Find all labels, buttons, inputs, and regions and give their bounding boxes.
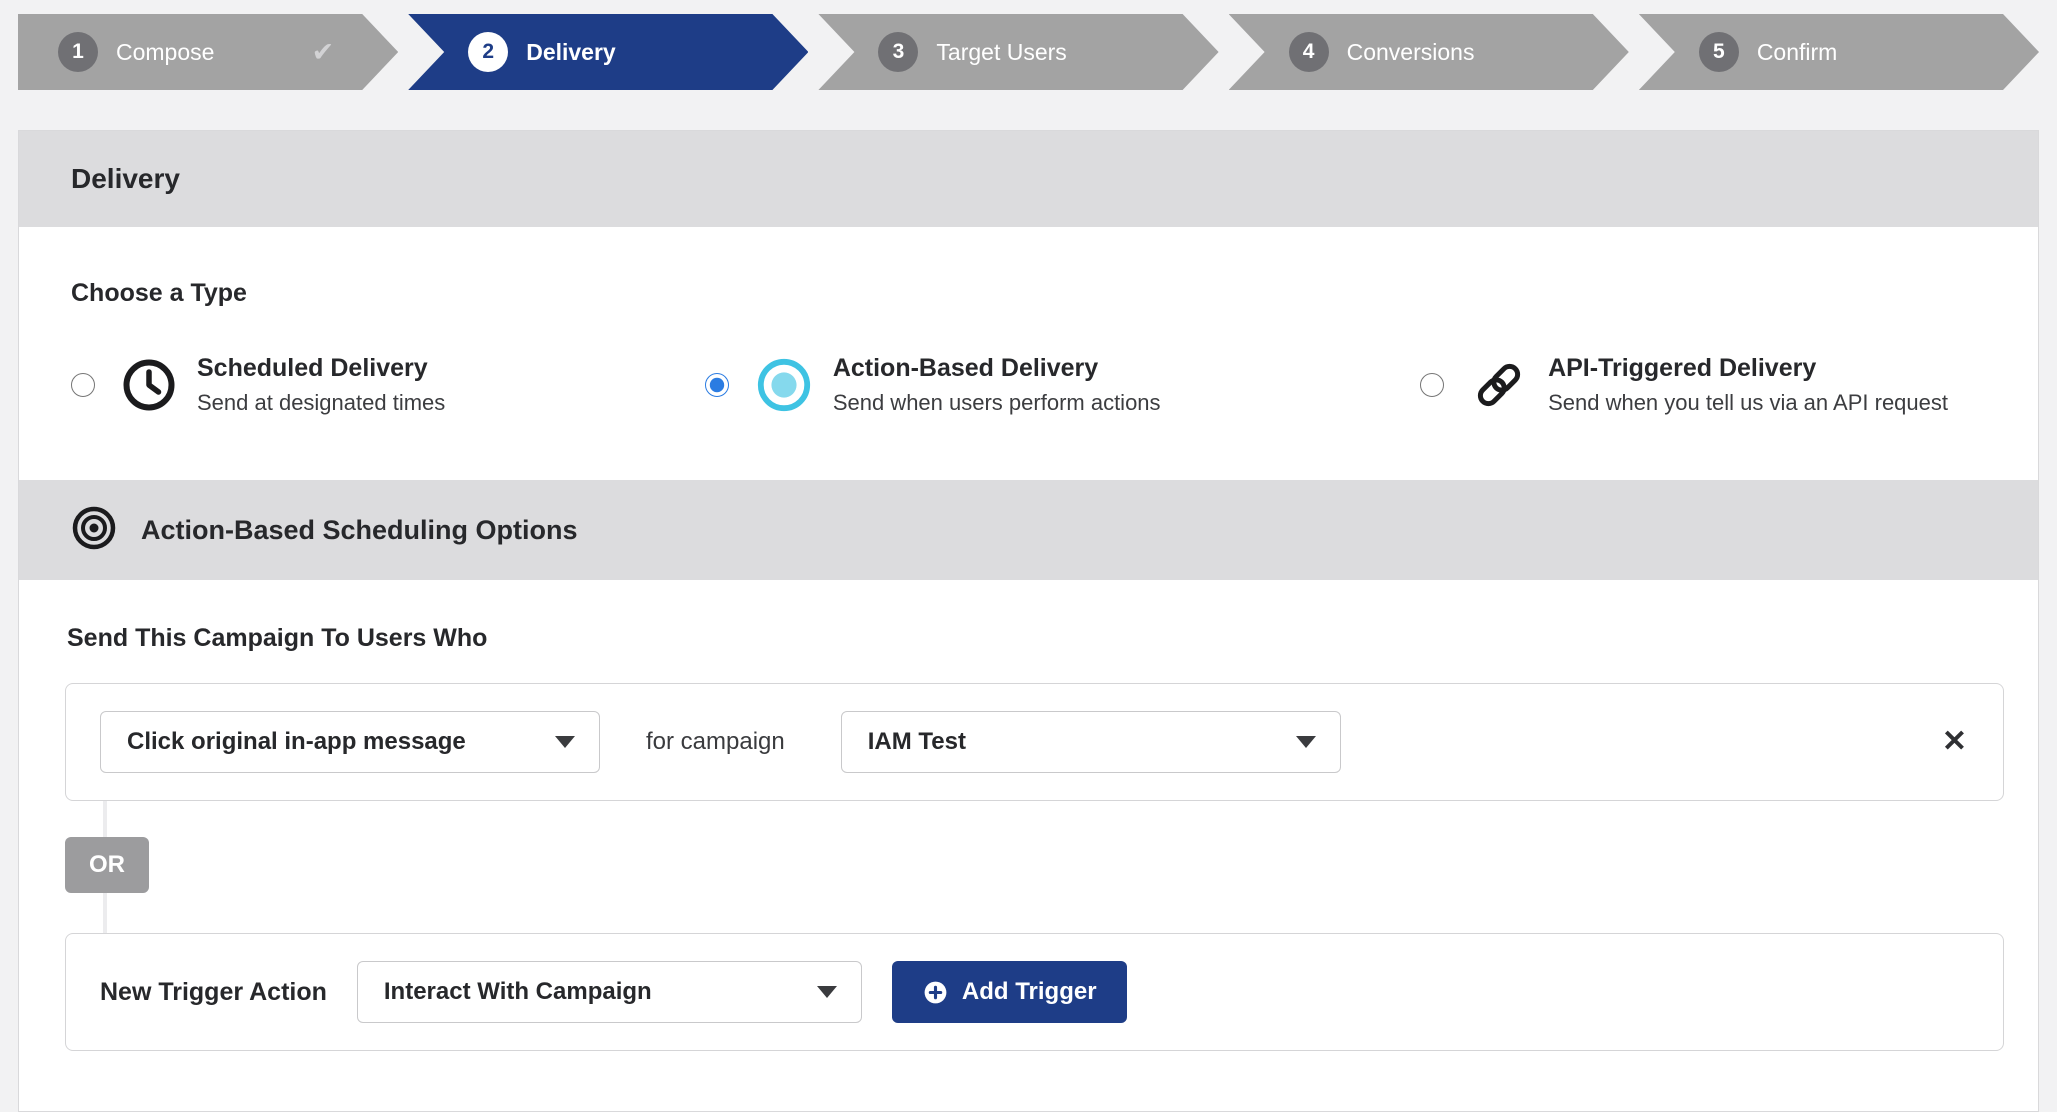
option-subtitle: Send at designated times	[197, 390, 445, 416]
choose-type-heading: Choose a Type	[71, 279, 1948, 308]
add-trigger-button[interactable]: Add Trigger	[892, 961, 1127, 1023]
section-header-title: Action-Based Scheduling Options	[141, 515, 578, 546]
step-number-badge: 1	[58, 32, 98, 72]
delivery-type-options: Scheduled Delivery Send at designated ti…	[71, 354, 1948, 416]
step-label: Delivery	[526, 39, 616, 66]
option-text: Scheduled Delivery Send at designated ti…	[197, 354, 445, 416]
chevron-down-icon	[1296, 736, 1316, 748]
new-trigger-action-select[interactable]: Interact With Campaign	[357, 961, 862, 1023]
clock-icon	[121, 357, 177, 413]
delivery-type-option-api-triggered[interactable]: API-Triggered Delivery Send when you tel…	[1420, 354, 1948, 416]
check-icon: ✔	[312, 37, 335, 68]
campaign-stepper: 1 Compose ✔ 2 Delivery 3 Target Users 4 …	[18, 14, 2039, 90]
step-label: Target Users	[936, 39, 1066, 66]
target-icon	[755, 356, 813, 414]
step-number-badge: 3	[878, 32, 918, 72]
delivery-type-option-scheduled[interactable]: Scheduled Delivery Send at designated ti…	[71, 354, 445, 416]
campaign-select[interactable]: IAM Test	[841, 711, 1341, 773]
stepper-step-confirm[interactable]: 5 Confirm	[1639, 14, 2039, 90]
step-label: Conversions	[1347, 39, 1475, 66]
step-number-badge: 5	[1699, 32, 1739, 72]
new-trigger-action-value: Interact With Campaign	[384, 978, 652, 1006]
action-based-delivery-radio[interactable]	[705, 373, 729, 397]
step-number-badge: 2	[468, 32, 508, 72]
trigger-row: Click original in-app message for campai…	[65, 683, 2004, 801]
api-triggered-delivery-radio[interactable]	[1420, 373, 1444, 397]
stepper-step-conversions[interactable]: 4 Conversions	[1229, 14, 1629, 90]
send-to-heading: Send This Campaign To Users Who	[67, 624, 2004, 653]
for-campaign-label: for campaign	[646, 728, 785, 756]
step-label: Confirm	[1757, 39, 1838, 66]
new-trigger-row: New Trigger Action Interact With Campaig…	[65, 933, 2004, 1051]
campaign-select-value: IAM Test	[868, 728, 966, 756]
plus-circle-icon	[922, 979, 949, 1006]
triggers-section: Send This Campaign To Users Who Click or…	[19, 580, 2038, 1111]
trigger-action-select[interactable]: Click original in-app message	[100, 711, 600, 773]
stepper-step-delivery[interactable]: 2 Delivery	[408, 14, 808, 90]
new-trigger-label: New Trigger Action	[100, 978, 327, 1007]
choose-type-section: Choose a Type Scheduled Delivery Send at…	[19, 227, 2038, 480]
option-subtitle: Send when you tell us via an API request	[1548, 390, 1948, 416]
add-trigger-button-label: Add Trigger	[962, 978, 1097, 1006]
chevron-down-icon	[817, 986, 837, 998]
option-text: API-Triggered Delivery Send when you tel…	[1548, 354, 1948, 416]
option-title: Scheduled Delivery	[197, 354, 445, 383]
stepper-step-compose[interactable]: 1 Compose ✔	[18, 14, 398, 90]
option-title: Action-Based Delivery	[833, 354, 1161, 383]
chevron-down-icon	[555, 736, 575, 748]
stepper-step-target-users[interactable]: 3 Target Users	[818, 14, 1218, 90]
campaign-delivery-page: 1 Compose ✔ 2 Delivery 3 Target Users 4 …	[0, 14, 2057, 1112]
api-link-icon	[1470, 356, 1528, 414]
option-subtitle: Send when users perform actions	[833, 390, 1161, 416]
bullseye-icon	[71, 505, 117, 556]
delivery-type-option-action-based[interactable]: Action-Based Delivery Send when users pe…	[705, 354, 1161, 416]
remove-trigger-button[interactable]: ✕	[1942, 727, 1967, 757]
step-number-badge: 4	[1289, 32, 1329, 72]
option-text: Action-Based Delivery Send when users pe…	[833, 354, 1161, 416]
trigger-action-value: Click original in-app message	[127, 728, 466, 756]
delivery-card: Delivery Choose a Type Scheduled Deliver…	[18, 130, 2039, 1112]
scheduled-delivery-radio[interactable]	[71, 373, 95, 397]
action-based-options-header: Action-Based Scheduling Options	[19, 480, 2038, 580]
or-badge: OR	[65, 837, 149, 893]
option-title: API-Triggered Delivery	[1548, 354, 1948, 383]
or-connector: OR	[65, 801, 2004, 933]
card-header: Delivery	[19, 131, 2038, 227]
page-title: Delivery	[71, 163, 180, 195]
step-label: Compose	[116, 39, 214, 66]
